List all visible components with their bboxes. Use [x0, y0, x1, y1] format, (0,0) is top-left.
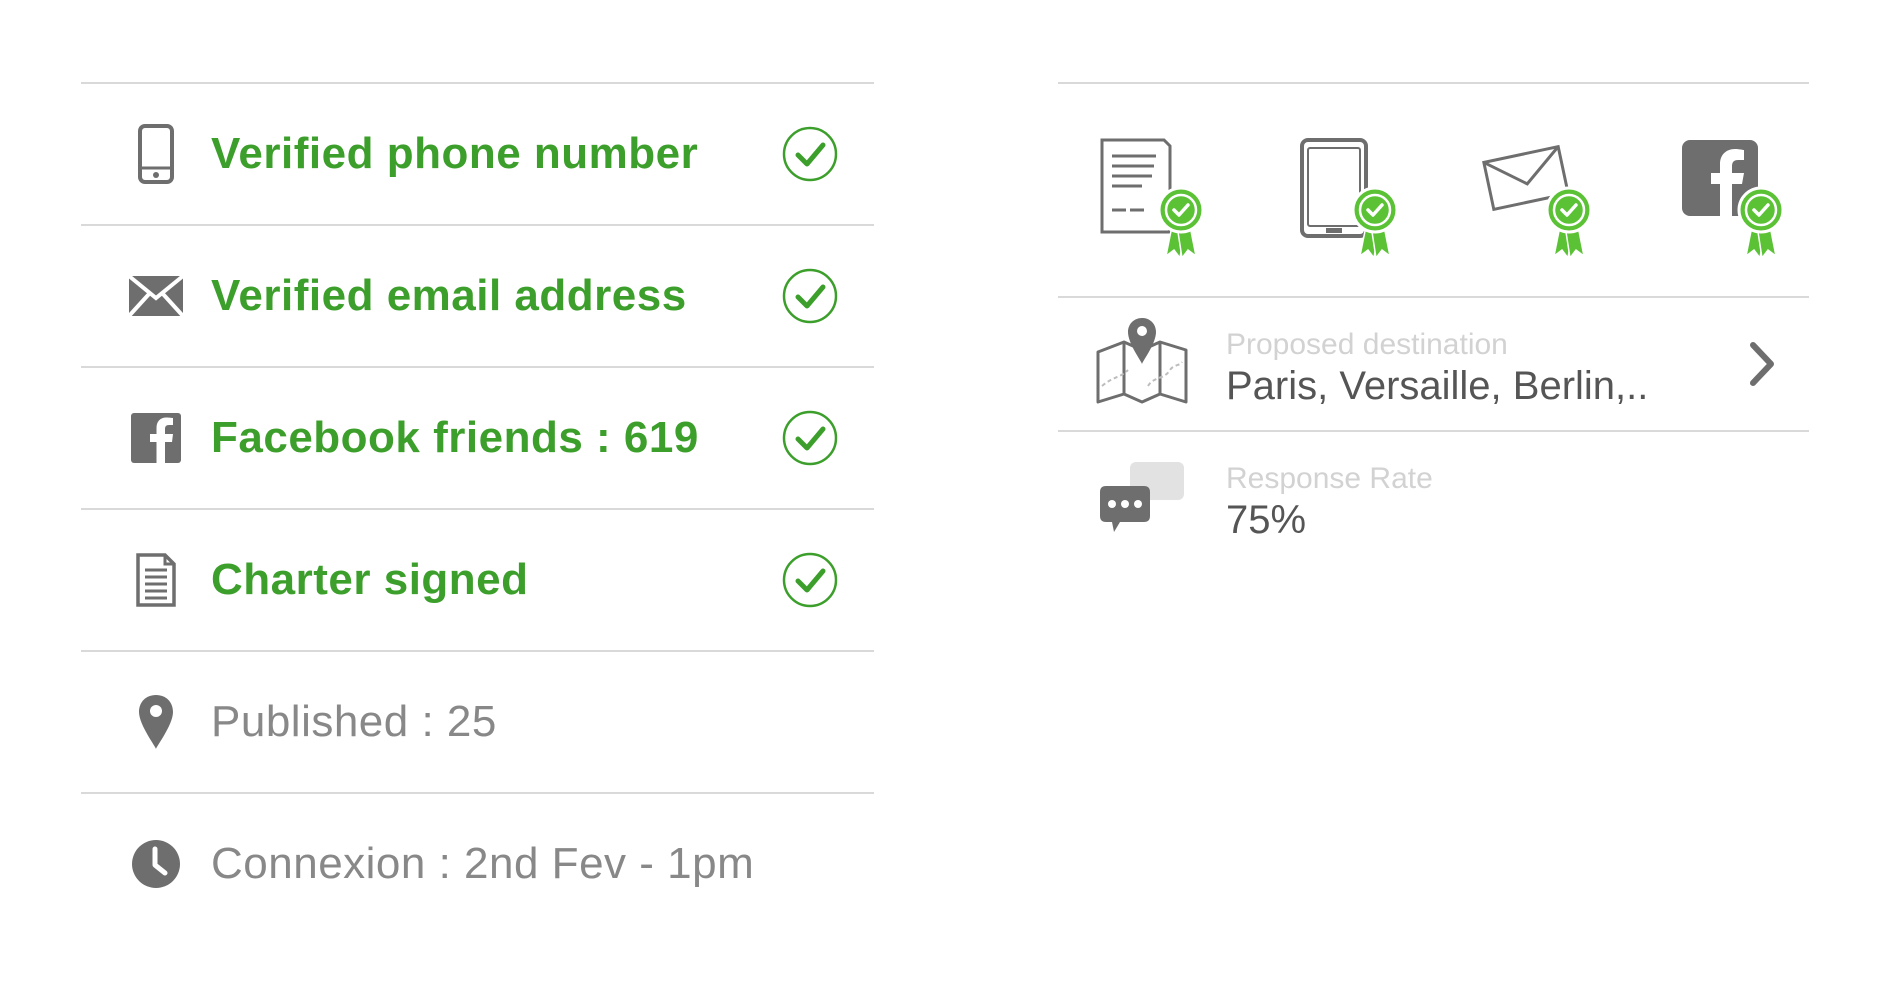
- connexion-row: Connexion : 2nd Fev - 1pm: [81, 792, 874, 934]
- check-circle-icon: [782, 126, 838, 182]
- response-rate-row: Response Rate 75%: [1058, 432, 1809, 564]
- charter-signed-row: Charter signed: [81, 508, 874, 650]
- envelope-icon: [127, 267, 185, 325]
- verified-email-label: Verified email address: [211, 271, 687, 320]
- chevron-right-icon[interactable]: [1745, 339, 1779, 389]
- response-rate-caption: Response Rate: [1226, 462, 1433, 495]
- verification-badges: [1058, 82, 1809, 298]
- location-pin-icon: [127, 693, 185, 751]
- published-count: Published : 25: [211, 697, 497, 746]
- profile-summary: Proposed destination Paris, Versaille, B…: [1058, 82, 1809, 564]
- proposed-destination-row[interactable]: Proposed destination Paris, Versaille, B…: [1058, 298, 1809, 432]
- last-connexion: Connexion : 2nd Fev - 1pm: [211, 839, 755, 888]
- facebook-icon: [127, 409, 185, 467]
- document-icon: [127, 551, 185, 609]
- map-pin-icon: [1096, 318, 1188, 404]
- phone-icon: [127, 124, 185, 184]
- verified-phone-label: Verified phone number: [211, 129, 699, 178]
- check-circle-icon: [782, 552, 838, 608]
- charter-badge-icon: [1100, 138, 1205, 260]
- response-rate-value: 75%: [1226, 498, 1307, 542]
- verification-list: Verified phone number Verified email add…: [81, 82, 874, 934]
- destination-value: Paris, Versaille, Berlin,..: [1226, 364, 1649, 408]
- destination-caption: Proposed destination: [1226, 328, 1508, 361]
- clock-icon: [127, 835, 185, 893]
- phone-badge-icon: [1300, 138, 1399, 260]
- charter-signed-label: Charter signed: [211, 555, 529, 604]
- published-row: Published : 25: [81, 650, 874, 792]
- chat-bubbles-icon: [1100, 462, 1184, 532]
- verified-email-row: Verified email address: [81, 224, 874, 366]
- check-circle-icon: [782, 410, 838, 466]
- facebook-friends-label: Facebook friends : 619: [211, 413, 699, 462]
- facebook-badge-icon: [1682, 140, 1785, 260]
- verified-phone-row: Verified phone number: [81, 82, 874, 224]
- email-badge-icon: [1482, 144, 1593, 260]
- facebook-friends-row: Facebook friends : 619: [81, 366, 874, 508]
- check-circle-icon: [782, 268, 838, 324]
